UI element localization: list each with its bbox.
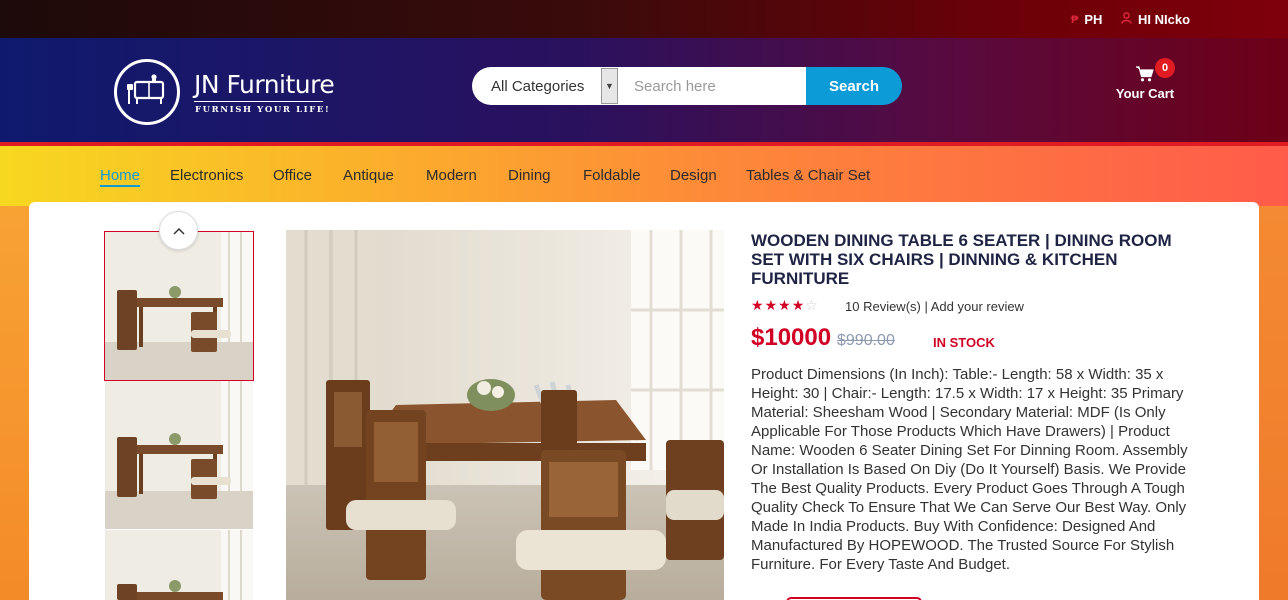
logo-tagline: FURNISH YOUR LIFE! [195, 105, 331, 115]
cart-link[interactable]: 0 Your Cart [1110, 58, 1180, 108]
site-header: JN Furniture FURNISH YOUR LIFE! All Cate… [0, 38, 1288, 146]
logo-emblem[interactable] [114, 59, 180, 125]
stock-status: IN STOCK [933, 335, 995, 350]
category-select-value: All Categories [491, 77, 585, 95]
user-icon [1121, 12, 1132, 27]
cart-label: Your Cart [1115, 86, 1175, 101]
nav-item-home[interactable]: Home [100, 167, 141, 187]
category-select[interactable]: All Categories ▼ [472, 67, 618, 105]
nav-item-modern[interactable]: Modern [426, 167, 477, 184]
product-title: Wooden Dining Table 6 Seater | Dining Ro… [751, 231, 1172, 288]
nav-item-dining[interactable]: Dining [508, 167, 551, 184]
thumbnail-scroll-up-button[interactable] [159, 211, 198, 250]
product-thumbnail[interactable] [104, 231, 254, 381]
nav-item-foldable[interactable]: Foldable [583, 167, 641, 184]
product-thumbnail[interactable] [105, 530, 253, 600]
star-empty-icon: ☆ [805, 297, 818, 313]
nav-item-design[interactable]: Design [670, 167, 717, 184]
peso-icon: ₱ [1071, 13, 1079, 26]
search-bar: All Categories ▼ Search [472, 67, 902, 105]
chevron-up-icon [172, 227, 185, 235]
star-filled-icon: ★ [791, 297, 805, 313]
star-filled-icon: ★ [751, 297, 764, 313]
top-bar: ₱ PH HI NIcko [0, 0, 1288, 38]
logo-divider [194, 101, 323, 102]
page-background-right [1259, 206, 1288, 600]
cart-icon [1136, 66, 1154, 87]
product-main-image[interactable] [286, 230, 724, 600]
nav-item-tables-chair-set[interactable]: Tables & Chair Set [746, 167, 870, 184]
currency-label: PH [1084, 12, 1103, 27]
main-nav: Home Electronics Office Antique Modern D… [0, 146, 1288, 206]
search-input[interactable] [618, 67, 806, 105]
dining-set-photo [286, 230, 724, 600]
nav-item-antique[interactable]: Antique [343, 167, 394, 184]
dining-set-thumbnail-image [105, 381, 253, 529]
nav-item-electronics[interactable]: Electronics [170, 167, 243, 184]
furniture-logo-icon [127, 74, 165, 104]
star-filled-icon: ★ [764, 297, 778, 313]
product-thumbnail[interactable] [105, 381, 253, 529]
product-price: $10000 [751, 324, 832, 351]
reviews-link[interactable]: 10 Review(s) | Add your review [845, 299, 1024, 314]
currency-selector[interactable]: ₱ PH [1071, 12, 1102, 27]
page-background-left [0, 206, 29, 600]
user-greeting: HI NIcko [1138, 12, 1191, 27]
cart-count-badge: 0 [1155, 58, 1175, 78]
product-rating: ★ ★ ★ ★ ☆ [751, 297, 818, 314]
dining-set-thumbnail-image [105, 530, 253, 600]
search-button[interactable]: Search [806, 67, 902, 105]
product-old-price: $990.00 [837, 332, 895, 349]
logo-title[interactable]: JN Furniture [194, 70, 335, 99]
user-account-link[interactable]: HI NIcko [1121, 12, 1190, 27]
chevron-down-icon[interactable]: ▼ [601, 68, 618, 104]
nav-item-office[interactable]: Office [273, 167, 312, 184]
product-description: Product Dimensions (In Inch): Table:- Le… [751, 366, 1188, 573]
star-filled-icon: ★ [778, 297, 791, 313]
dining-set-thumbnail-image [105, 232, 253, 380]
